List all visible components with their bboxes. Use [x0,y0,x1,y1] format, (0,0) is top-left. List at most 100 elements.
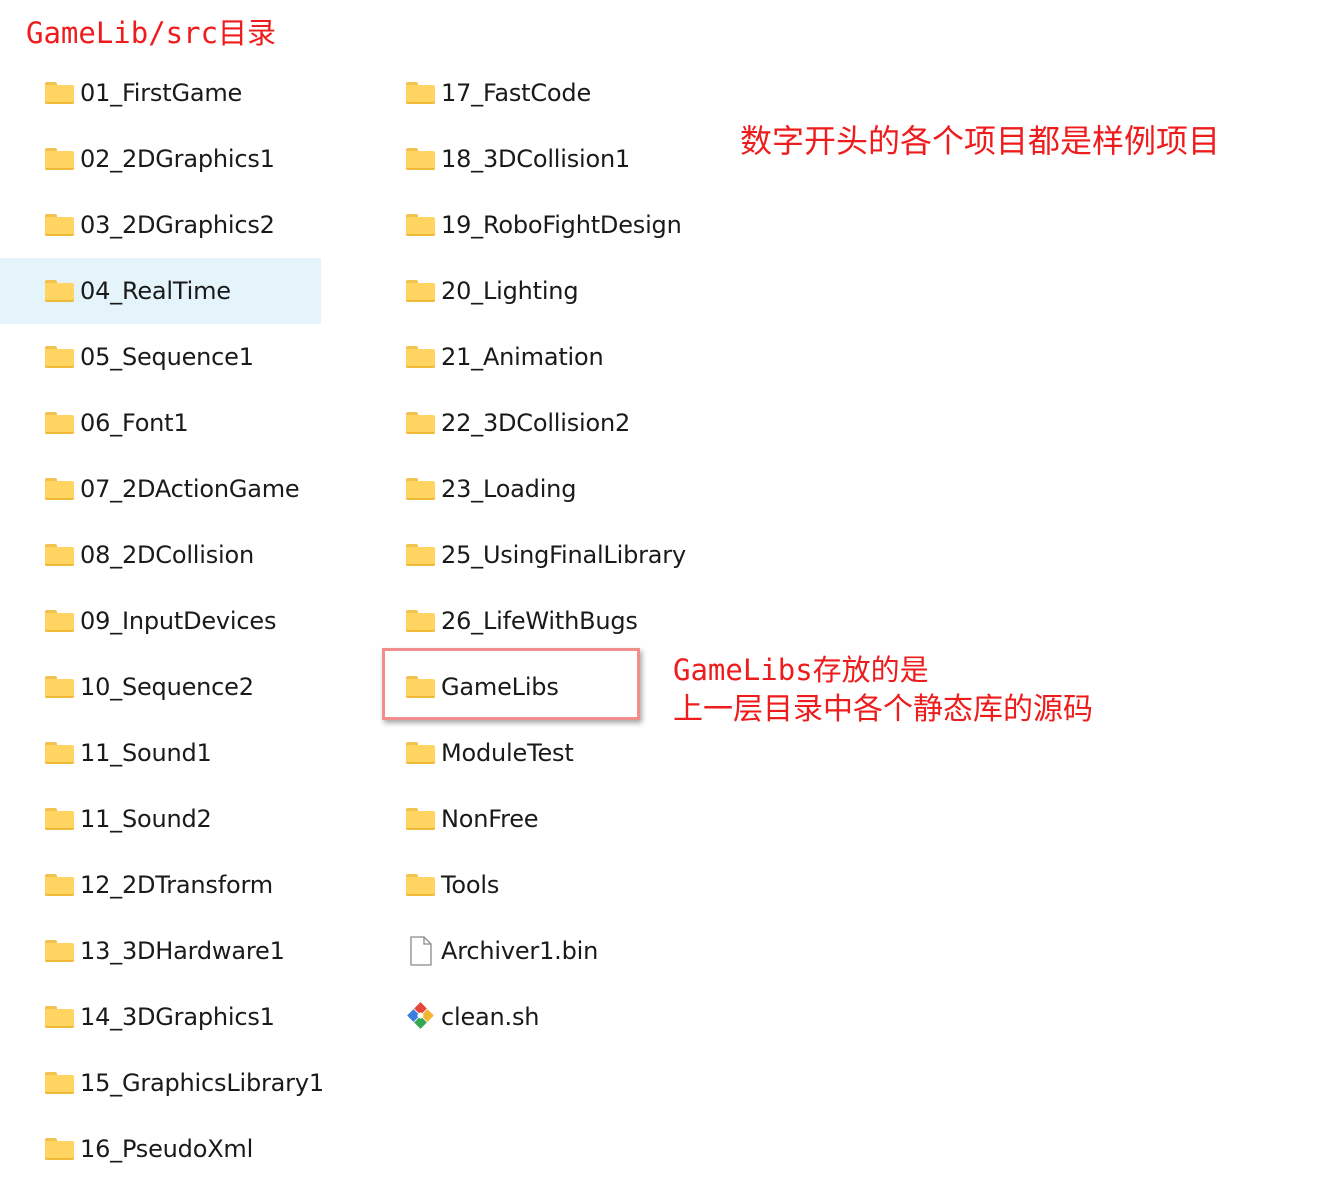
folder-icon [45,808,74,830]
folder-item[interactable]: 10_Sequence2 [0,654,321,720]
folder-label: 23_Loading [441,475,577,503]
folder-item[interactable]: 11_Sound1 [0,720,321,786]
folder-item[interactable]: 16_PseudoXml [0,1116,321,1182]
folder-label: 07_2DActionGame [80,475,300,503]
file-list-left-column: 01_FirstGame 02_2DGraphics1 03_2DGraphic… [0,60,324,1182]
folder-icon [45,874,74,896]
folder-item[interactable]: 07_2DActionGame [0,456,321,522]
folder-item[interactable]: 09_InputDevices [0,588,321,654]
folder-label: 11_Sound2 [80,805,212,833]
folder-item[interactable]: 19_RoboFightDesign [362,192,702,258]
folder-item[interactable]: 21_Animation [362,324,702,390]
folder-item[interactable]: 17_FastCode [362,60,702,126]
folder-label: 16_PseudoXml [80,1135,254,1163]
folder-item[interactable]: 25_UsingFinalLibrary [362,522,702,588]
folder-item[interactable]: 03_2DGraphics2 [0,192,321,258]
page-title: GameLib/src目录 [26,16,277,50]
folder-label: 17_FastCode [441,79,592,107]
folder-icon [45,346,74,368]
folder-icon [45,280,74,302]
folder-icon [45,940,74,962]
file-label: Archiver1.bin [441,937,599,965]
folder-label: 13_3DHardware1 [80,937,285,965]
folder-icon [406,808,435,830]
folder-label: 06_Font1 [80,409,189,437]
folder-label: 12_2DTransform [80,871,273,899]
gamelibs-annotation-line1: GameLibs存放的是 [673,653,929,687]
folder-label: 21_Animation [441,343,604,371]
folder-icon [45,742,74,764]
folder-icon [406,280,435,302]
folder-icon [45,1072,74,1094]
script-item[interactable]: clean.sh [362,984,702,1050]
folder-item[interactable]: 13_3DHardware1 [0,918,321,984]
folder-icon [406,544,435,566]
folder-item[interactable]: 22_3DCollision2 [362,390,702,456]
file-list-right-column: 17_FastCode 18_3DCollision1 19_RoboFight… [362,60,702,1050]
folder-icon [406,874,435,896]
folder-icon [45,412,74,434]
folder-icon [406,412,435,434]
folder-icon [45,214,74,236]
folder-label: ModuleTest [441,739,574,767]
folder-item[interactable]: ModuleTest [362,720,702,786]
folder-item-selected[interactable]: 04_RealTime [0,258,321,324]
folder-item[interactable]: 26_LifeWithBugs [362,588,702,654]
folder-item[interactable]: 11_Sound2 [0,786,321,852]
folder-item-gamelibs[interactable]: GameLibs [362,654,702,720]
folder-label: 20_Lighting [441,277,579,305]
folder-icon [45,544,74,566]
gamelibs-annotation: GameLibs存放的是 上一层目录中各个静态库的源码 [673,650,1093,730]
folder-label: 14_3DGraphics1 [80,1003,275,1031]
folder-label: 10_Sequence2 [80,673,254,701]
folder-item[interactable]: 20_Lighting [362,258,702,324]
script-file-icon [406,1001,435,1033]
folder-label: 02_2DGraphics1 [80,145,275,173]
folder-icon [45,676,74,698]
folder-icon [406,148,435,170]
folder-label: 01_FirstGame [80,79,243,107]
folder-icon [45,82,74,104]
folder-item[interactable]: 06_Font1 [0,390,321,456]
folder-label: GameLibs [441,673,559,701]
folder-label: Tools [441,871,500,899]
folder-icon [45,1138,74,1160]
folder-label: NonFree [441,805,539,833]
folder-label: 26_LifeWithBugs [441,607,638,635]
folder-item[interactable]: 18_3DCollision1 [362,126,702,192]
folder-item[interactable]: 12_2DTransform [0,852,321,918]
folder-item[interactable]: 01_FirstGame [0,60,321,126]
folder-icon [45,148,74,170]
folder-label: 08_2DCollision [80,541,255,569]
gamelibs-annotation-line2: 上一层目录中各个静态库的源码 [673,692,1093,727]
folder-item[interactable]: 15_GraphicsLibrary1 [0,1050,324,1116]
folder-icon [45,1006,74,1028]
folder-item[interactable]: 05_Sequence1 [0,324,321,390]
file-item[interactable]: Archiver1.bin [362,918,702,984]
folder-label: 18_3DCollision1 [441,145,631,173]
folder-label: 05_Sequence1 [80,343,254,371]
folder-icon [406,346,435,368]
folder-item[interactable]: Tools [362,852,702,918]
folder-label: 22_3DCollision2 [441,409,631,437]
folder-item[interactable]: NonFree [362,786,702,852]
folder-icon [45,610,74,632]
folder-item[interactable]: 02_2DGraphics1 [0,126,321,192]
folder-icon [406,478,435,500]
folder-icon [406,82,435,104]
folder-label: 11_Sound1 [80,739,212,767]
folder-icon [406,742,435,764]
folder-label: 19_RoboFightDesign [441,211,682,239]
file-label: clean.sh [441,1003,540,1031]
folder-label: 03_2DGraphics2 [80,211,275,239]
folder-label: 25_UsingFinalLibrary [441,541,686,569]
folder-item[interactable]: 14_3DGraphics1 [0,984,321,1050]
samples-annotation: 数字开头的各个项目都是样例项目 [740,122,1221,160]
folder-icon [406,610,435,632]
folder-item[interactable]: 23_Loading [362,456,702,522]
folder-label: 15_GraphicsLibrary1 [80,1069,324,1097]
folder-label: 09_InputDevices [80,607,277,635]
folder-icon [406,676,435,698]
folder-label: 04_RealTime [80,277,231,305]
folder-item[interactable]: 08_2DCollision [0,522,321,588]
